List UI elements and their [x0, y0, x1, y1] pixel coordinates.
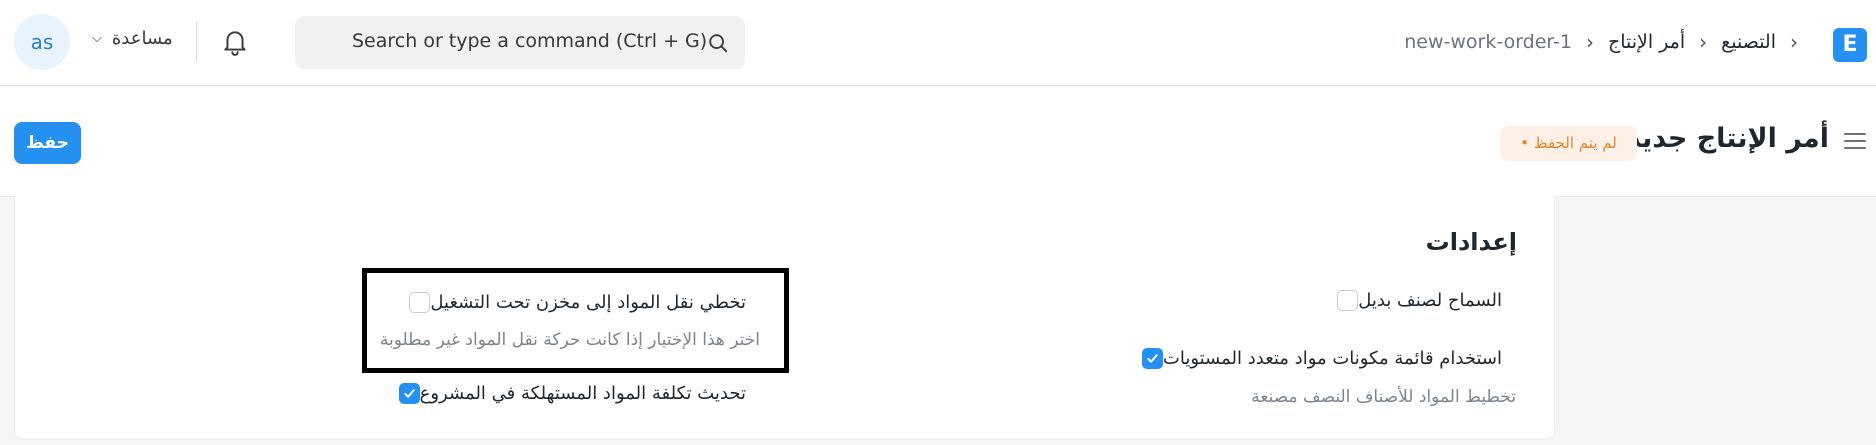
status-badge: • لم يتم الحفظ — [1500, 126, 1637, 161]
breadcrumb-separator: › — [1585, 30, 1594, 54]
allow-alternative-item-checkbox[interactable] — [1337, 290, 1359, 311]
help-dropdown[interactable]: ⌵ مساعدة — [92, 28, 173, 49]
save-button[interactable]: حفظ — [14, 122, 81, 164]
field-description: تخطيط المواد للأصناف النصف مصنعة — [1251, 387, 1516, 407]
breadcrumb-manufacturing[interactable]: التصنيع — [1721, 31, 1776, 53]
search-icon — [709, 34, 728, 53]
search-bar[interactable]: Search or type a command (Ctrl + G) — [295, 16, 745, 69]
page-title: أمر الإنتاج جديد — [1626, 123, 1829, 154]
section-title: إعدادات — [1425, 228, 1517, 256]
update-consumed-material-cost-checkbox[interactable] — [398, 383, 420, 404]
chevron-down-icon: ⌵ — [92, 31, 102, 46]
navbar: E › التصنيع › أمر الإنتاج › new-work-ord… — [0, 0, 1876, 86]
use-multi-level-bom-checkbox[interactable] — [1141, 348, 1163, 369]
navbar-divider — [196, 22, 197, 62]
breadcrumb-separator: › — [1790, 30, 1798, 54]
breadcrumb-work-order[interactable]: أمر الإنتاج — [1608, 31, 1685, 53]
check-icon — [1147, 354, 1158, 363]
sidebar-toggle-icon[interactable] — [1843, 131, 1867, 151]
update-consumed-material-cost-field[interactable]: تحديث تكلفة المواد المستهلكة في المشروع — [398, 383, 760, 404]
notification-bell-icon[interactable] — [222, 28, 248, 56]
search-input[interactable]: Search or type a command (Ctrl + G) — [352, 30, 707, 52]
field-label: استخدام قائمة مكونات مواد متعدد المستويا… — [1162, 348, 1502, 369]
check-icon — [403, 389, 415, 398]
highlight-box — [362, 268, 789, 373]
breadcrumb: › التصنيع › أمر الإنتاج › new-work-order… — [1404, 27, 1812, 57]
allow-alternative-item-field[interactable]: السماح لصنف بديل — [1337, 290, 1516, 311]
use-multi-level-bom-field[interactable]: استخدام قائمة مكونات مواد متعدد المستويا… — [1141, 348, 1516, 369]
help-label: مساعدة — [111, 28, 173, 49]
avatar[interactable]: as — [14, 14, 70, 70]
app-logo[interactable]: E — [1833, 28, 1867, 62]
field-label: السماح لصنف بديل — [1358, 290, 1502, 311]
field-label: تحديث تكلفة المواد المستهلكة في المشروع — [419, 383, 746, 404]
page-head: أمر الإنتاج جديد • لم يتم الحفظ حفظ — [0, 87, 1876, 197]
breadcrumb-separator: › — [1699, 30, 1708, 54]
breadcrumb-current-doc[interactable]: new-work-order-1 — [1404, 31, 1572, 53]
